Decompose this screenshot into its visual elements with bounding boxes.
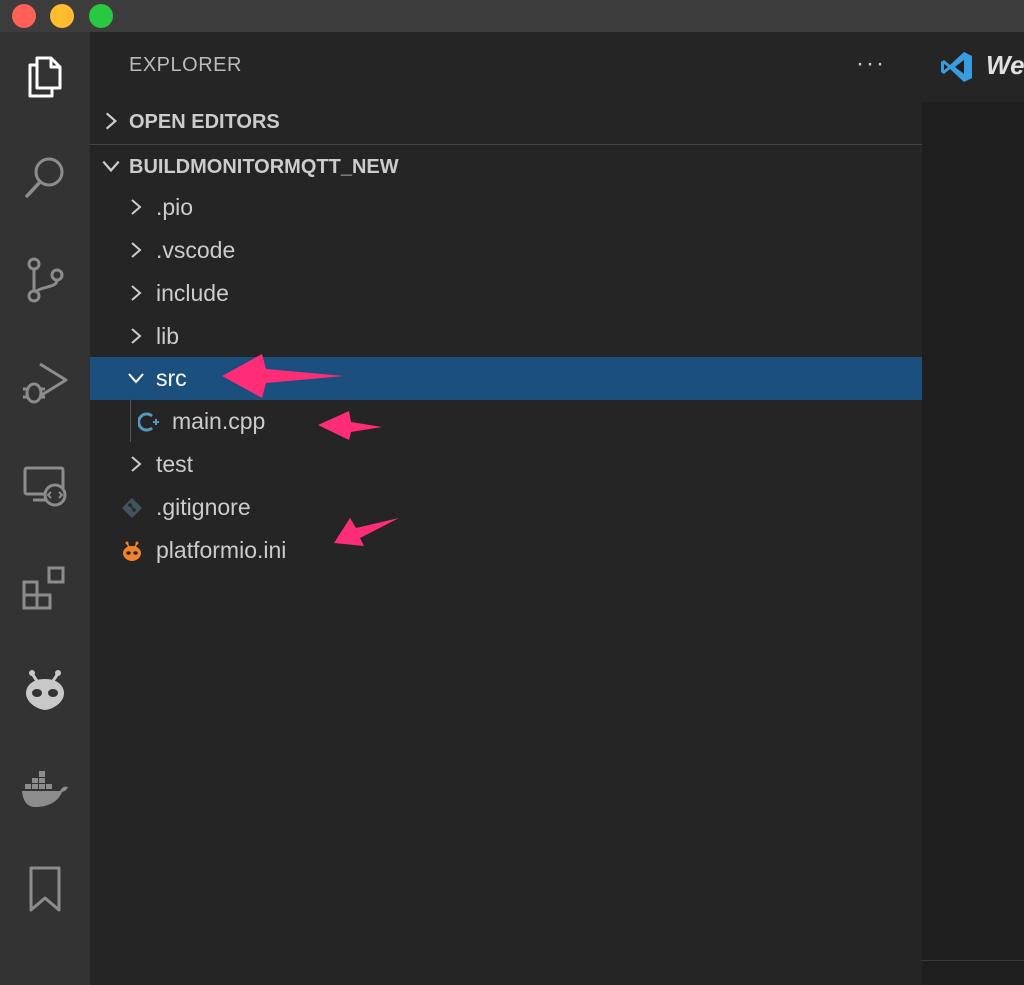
run-debug-icon — [23, 362, 68, 404]
chevron-right-icon — [131, 199, 142, 215]
window-titlebar — [0, 0, 1024, 32]
editor-divider — [922, 960, 1024, 961]
remote-explorer-icon — [23, 466, 67, 507]
remote-explorer-activity[interactable] — [0, 440, 90, 530]
vscode-logo-icon — [941, 52, 972, 82]
explorer-title: EXPLORER — [129, 54, 242, 76]
tree-item-label: test — [156, 451, 194, 477]
bookmarks-activity[interactable] — [0, 844, 90, 934]
maximize-window-button[interactable] — [89, 4, 113, 28]
tree-item-vscode[interactable]: .vscode — [90, 229, 922, 272]
project-label: BUILDMONITORMQTT_NEW — [129, 155, 399, 178]
tree-item-main-cpp[interactable]: main.cpp — [90, 400, 922, 443]
source-control-activity[interactable] — [0, 235, 90, 325]
tree-item-label: .vscode — [156, 237, 236, 263]
tree-item-src[interactable]: src — [90, 357, 922, 400]
open-editors-section-header[interactable]: OPEN EDITORS — [90, 100, 922, 144]
more-actions-button[interactable]: ··· — [856, 50, 886, 78]
tree-item-label: .pio — [156, 194, 194, 220]
tree-item-label: main.cpp — [172, 408, 266, 434]
editor-area: We — [922, 32, 1024, 985]
explorer-sidebar: EXPLORER ··· OPEN EDITORS BUILDMONITORMQ… — [90, 32, 922, 985]
platformio-file-icon — [123, 541, 141, 561]
chevron-right-icon — [105, 112, 118, 130]
docker-icon — [22, 771, 68, 807]
chevron-right-icon — [131, 456, 142, 472]
tree-item-pio[interactable]: .pio — [90, 186, 922, 229]
search-activity[interactable] — [0, 132, 90, 222]
bookmarks-icon — [29, 866, 61, 912]
close-window-button[interactable] — [12, 4, 36, 28]
chevron-right-icon — [131, 285, 142, 301]
docker-activity[interactable] — [0, 744, 90, 834]
activity-bar — [0, 32, 90, 985]
files-icon — [28, 56, 62, 98]
tree-item-label: src — [156, 365, 187, 391]
open-editors-label: OPEN EDITORS — [129, 110, 280, 133]
git-file-icon — [122, 498, 142, 518]
chevron-right-icon — [131, 328, 142, 344]
tree-item-gitignore[interactable]: .gitignore — [90, 486, 922, 529]
tree-item-lib[interactable]: lib — [90, 315, 922, 358]
platformio-icon — [26, 670, 64, 710]
tree-item-platformio-ini[interactable]: platformio.ini — [90, 529, 922, 572]
tree-item-include[interactable]: include — [90, 272, 922, 315]
tree-item-label: platformio.ini — [156, 537, 287, 563]
minimize-window-button[interactable] — [50, 4, 74, 28]
extensions-icon — [22, 566, 65, 610]
chevron-down-icon — [128, 373, 144, 384]
chevron-right-icon — [131, 242, 142, 258]
extensions-activity[interactable] — [0, 542, 90, 632]
source-control-icon — [27, 257, 64, 303]
explorer-activity[interactable] — [0, 32, 90, 122]
run-debug-activity[interactable] — [0, 338, 90, 428]
chevron-down-icon — [102, 160, 120, 173]
welcome-tab-label[interactable]: We — [986, 50, 1024, 81]
tree-item-test[interactable]: test — [90, 443, 922, 486]
cpp-file-icon — [138, 412, 159, 432]
editor-tab-bar: We — [922, 32, 1024, 102]
platformio-activity[interactable] — [0, 644, 90, 734]
tree-item-label: lib — [156, 323, 180, 349]
tree-item-label: .gitignore — [156, 494, 251, 520]
search-icon — [25, 157, 64, 198]
tree-item-label: include — [156, 280, 229, 306]
project-section-header[interactable]: BUILDMONITORMQTT_NEW — [90, 144, 922, 189]
